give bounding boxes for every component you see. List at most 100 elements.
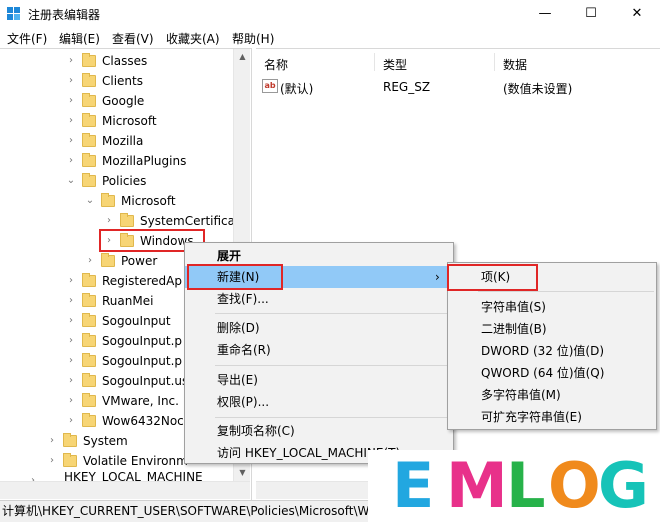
minimize-button[interactable]: — xyxy=(522,0,568,28)
maximize-button[interactable]: ☐ xyxy=(568,0,614,28)
tree-item-label: Policies xyxy=(102,174,147,188)
column-header-type[interactable]: 类型 xyxy=(383,56,407,73)
menu-favorites[interactable]: 收藏夹(A) xyxy=(166,30,220,47)
menu-item-delete[interactable]: 删除(D) xyxy=(185,317,453,339)
chevron-right-icon[interactable]: › xyxy=(28,471,38,481)
registry-editor-icon xyxy=(7,7,20,20)
tree-item-label: Mozilla xyxy=(102,134,144,148)
chevron-right-icon[interactable]: › xyxy=(85,251,95,271)
chevron-right-icon[interactable]: › xyxy=(66,51,76,71)
logo-letter: O xyxy=(548,449,601,522)
menu-separator xyxy=(215,313,451,314)
tree-item[interactable]: ⌄ Policies xyxy=(66,171,234,191)
menu-item-permissions[interactable]: 权限(P)... xyxy=(185,391,453,413)
menu-separator xyxy=(215,365,451,366)
tree-item-label: VMware, Inc. xyxy=(102,394,179,408)
logo-letter: L xyxy=(506,449,546,522)
chevron-right-icon[interactable]: › xyxy=(66,131,76,151)
chevron-right-icon[interactable]: › xyxy=(66,411,76,431)
folder-icon xyxy=(82,353,96,367)
folder-icon xyxy=(63,453,77,467)
menu-help[interactable]: 帮助(H) xyxy=(232,30,274,47)
folder-icon xyxy=(82,133,96,147)
submenu-arrow-icon: › xyxy=(435,270,440,284)
menu-item-rename[interactable]: 重命名(R) xyxy=(185,339,453,361)
tree-item[interactable]: › Clients xyxy=(66,71,234,91)
submenu-item-string-value[interactable]: 字符串值(S) xyxy=(448,296,656,318)
chevron-right-icon[interactable]: › xyxy=(66,271,76,291)
tree-item-label: RegisteredAp xyxy=(102,274,182,288)
folder-icon xyxy=(101,253,115,267)
chevron-right-icon[interactable]: › xyxy=(66,371,76,391)
scroll-down-icon[interactable]: ▼ xyxy=(234,465,251,481)
column-divider[interactable] xyxy=(374,53,375,71)
chevron-right-icon[interactable]: › xyxy=(66,391,76,411)
submenu-item-expandable-string-value[interactable]: 可扩充字符串值(E) xyxy=(448,406,656,428)
tree-item-label: Microsoft xyxy=(121,194,176,208)
window-title: 注册表编辑器 xyxy=(28,8,101,22)
chevron-right-icon[interactable]: › xyxy=(66,71,76,91)
chevron-right-icon[interactable]: › xyxy=(104,211,114,231)
tree-item-label: MozillaPlugins xyxy=(102,154,187,168)
folder-icon xyxy=(120,213,134,227)
chevron-right-icon[interactable]: › xyxy=(47,431,57,451)
folder-open-icon xyxy=(101,193,115,207)
tree-item-label: Volatile Environm xyxy=(83,454,188,468)
column-divider[interactable] xyxy=(494,53,495,71)
tree-item-label: Classes xyxy=(102,54,148,68)
submenu-item-dword-value[interactable]: DWORD (32 位)值(D) xyxy=(448,340,656,362)
chevron-right-icon[interactable]: › xyxy=(66,151,76,171)
folder-icon xyxy=(82,373,96,387)
scroll-up-icon[interactable]: ▲ xyxy=(234,49,251,65)
menu-view[interactable]: 查看(V) xyxy=(112,30,154,47)
tree-item-label: Power xyxy=(121,254,158,268)
folder-icon xyxy=(82,53,96,67)
folder-icon xyxy=(82,393,96,407)
logo-letter: G xyxy=(598,449,649,522)
folder-icon xyxy=(82,273,96,287)
column-header-data[interactable]: 数据 xyxy=(503,56,527,73)
chevron-right-icon[interactable]: › xyxy=(47,451,57,471)
menu-item-copy-key-name[interactable]: 复制项名称(C) xyxy=(185,420,453,442)
folder-icon xyxy=(82,73,96,87)
close-button[interactable]: ✕ xyxy=(614,0,660,28)
tree-item-label: Wow6432Noc xyxy=(102,414,184,428)
tree-item-label: System xyxy=(83,434,128,448)
tree-item[interactable]: › HKEY_LOCAL_MACHINE xyxy=(28,471,234,481)
tree-item[interactable]: › Mozilla xyxy=(66,131,234,151)
tree-item[interactable]: › Microsoft xyxy=(66,111,234,131)
chevron-right-icon[interactable]: › xyxy=(66,311,76,331)
logo-letter: M xyxy=(446,449,508,522)
chevron-down-icon[interactable]: ⌄ xyxy=(85,191,95,211)
folder-icon xyxy=(82,313,96,327)
menu-edit[interactable]: 编辑(E) xyxy=(59,30,100,47)
chevron-right-icon[interactable]: › xyxy=(66,91,76,111)
menu-item-find[interactable]: 查找(F)... xyxy=(185,288,453,310)
folder-icon xyxy=(82,413,96,427)
value-name[interactable]: (默认) xyxy=(280,80,313,97)
menu-file[interactable]: 文件(F) xyxy=(7,30,47,47)
tree-horizontal-scrollbar[interactable] xyxy=(0,481,250,499)
annotation-highlight-key xyxy=(447,264,538,291)
tree-item-label: SogouInput.p xyxy=(102,354,183,368)
tree-item-label: Microsoft xyxy=(102,114,157,128)
submenu-item-qword-value[interactable]: QWORD (64 位)值(Q) xyxy=(448,362,656,384)
string-value-icon: ab xyxy=(262,79,278,93)
folder-icon xyxy=(82,93,96,107)
menu-item-export[interactable]: 导出(E) xyxy=(185,369,453,391)
column-header-name[interactable]: 名称 xyxy=(264,56,288,73)
chevron-right-icon[interactable]: › xyxy=(66,111,76,131)
chevron-right-icon[interactable]: › xyxy=(66,291,76,311)
tree-item[interactable]: › MozillaPlugins xyxy=(66,151,234,171)
chevron-right-icon[interactable]: › xyxy=(66,351,76,371)
tree-item-label: SogouInput xyxy=(102,314,171,328)
tree-item[interactable]: › SystemCertificat xyxy=(104,211,240,231)
chevron-down-icon[interactable]: ⌄ xyxy=(66,171,76,191)
chevron-right-icon[interactable]: › xyxy=(66,331,76,351)
tree-item[interactable]: ⌄ Microsoft xyxy=(85,191,234,211)
folder-icon xyxy=(82,113,96,127)
submenu-item-multi-string-value[interactable]: 多字符串值(M) xyxy=(448,384,656,406)
tree-item[interactable]: › Google xyxy=(66,91,234,111)
submenu-item-binary-value[interactable]: 二进制值(B) xyxy=(448,318,656,340)
tree-item[interactable]: › Classes xyxy=(66,51,234,71)
